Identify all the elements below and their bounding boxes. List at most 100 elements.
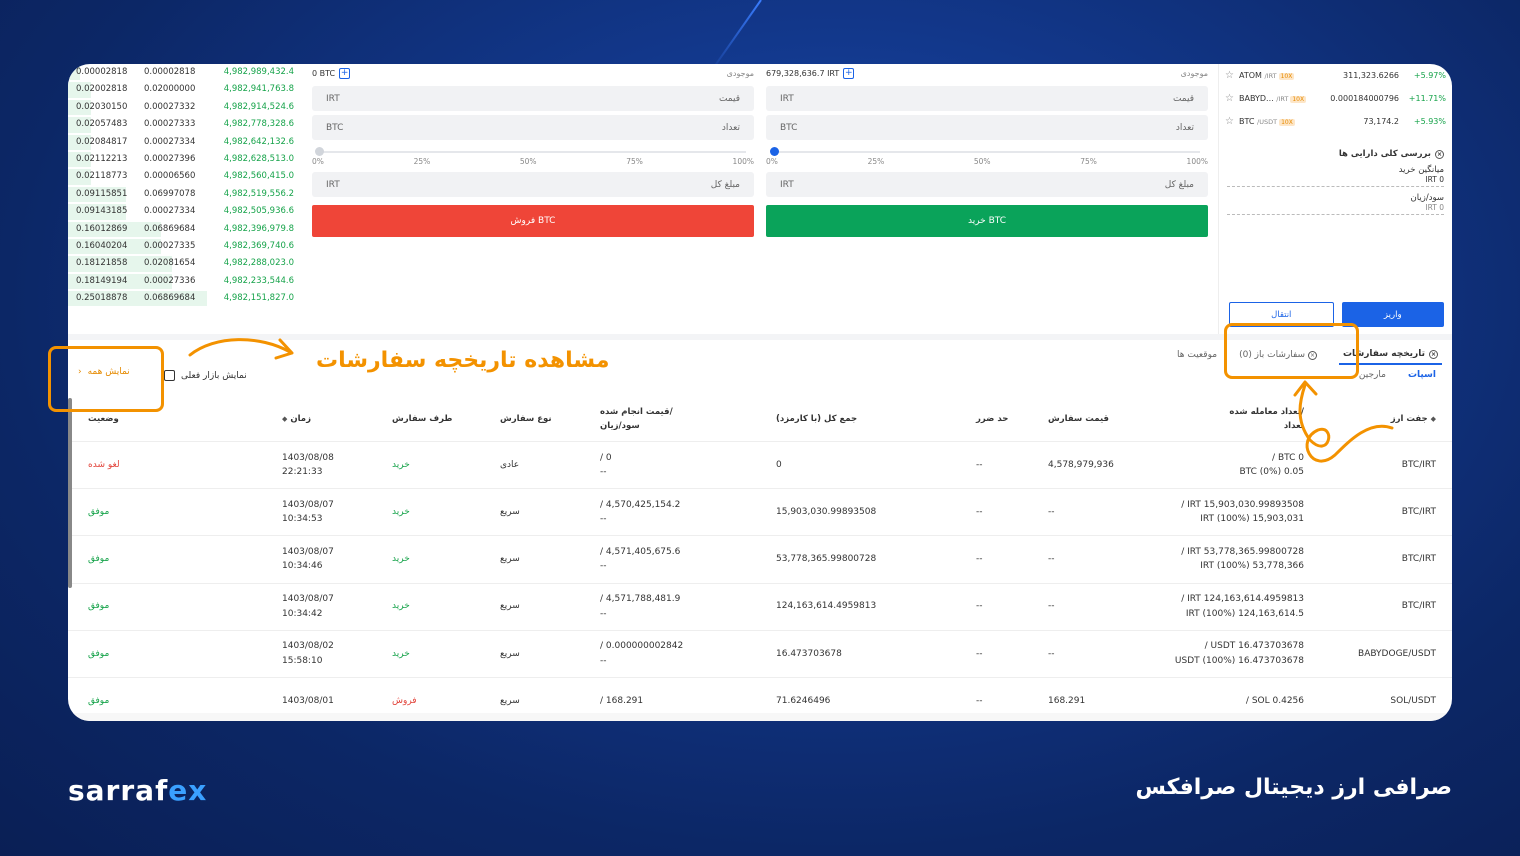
cell-stop: -- bbox=[976, 507, 983, 518]
cell-amount: 0.4256 SOL / bbox=[1142, 694, 1312, 708]
market-row[interactable]: ☆ ATOM /IRT 10X 311,323.6266 +5.97% bbox=[1219, 64, 1452, 87]
cell-type: سریع bbox=[500, 601, 520, 612]
market-row[interactable]: ☆ BTC /USDT 10X 73,174.2 +5.93% bbox=[1219, 110, 1452, 133]
table-row[interactable]: BTC/IRT 15,903,030.99893508 IRT /15,903,0… bbox=[68, 489, 1452, 537]
table-row[interactable]: BTC/IRT 124,163,614.4959813 IRT /124,163,… bbox=[68, 584, 1452, 631]
cell-time: 1403/08/01 bbox=[274, 694, 384, 708]
orderbook-amount: 0.02081654 bbox=[144, 258, 196, 269]
checkbox-icon[interactable] bbox=[164, 370, 175, 381]
orderbook-row[interactable]: 0.18149194 0.00027336 4,982,233,544.6 bbox=[68, 273, 300, 290]
orderbook-price: 4,982,989,432.4 bbox=[223, 67, 294, 77]
orderbook-row[interactable]: 0.16040204 0.00027335 4,982,369,740.6 bbox=[68, 238, 300, 255]
slider-knob[interactable] bbox=[770, 147, 779, 156]
col-time-label: زمان bbox=[290, 413, 311, 424]
cell-total: 124,163,614.4959813 bbox=[776, 601, 877, 612]
orderbook-row[interactable]: 0.02057483 0.00027333 4,982,778,328.6 bbox=[68, 116, 300, 133]
buy-button[interactable]: خرید BTC bbox=[766, 205, 1208, 237]
orderbook-row[interactable]: 0.02030150 0.00027332 4,982,914,524.6 bbox=[68, 99, 300, 116]
cell-fill: 4,571,405,675.6 / -- bbox=[592, 545, 768, 574]
sell-form: 0 BTC + موجودی IRT قیمت BTC تعداد 0% 25% 50% 7… bbox=[312, 64, 754, 237]
orderbook-price: 4,982,396,979.8 bbox=[223, 223, 294, 234]
deposit-button[interactable]: واریز bbox=[1341, 302, 1444, 327]
total-label: مبلغ کل bbox=[1164, 179, 1194, 190]
cell-amount-filled: 0 BTC / bbox=[1272, 452, 1304, 463]
orderbook-row[interactable]: 0.09143185 0.00027334 4,982,505,936.6 bbox=[68, 203, 300, 220]
sell-percent-slider[interactable]: 0% 25% 50% 75% 100% bbox=[312, 144, 754, 168]
symbol-quote: /IRT bbox=[1276, 95, 1289, 103]
slider-tick-label: 75% bbox=[1080, 157, 1097, 166]
market-row[interactable]: ☆ BABYD... /IRT 10X 0.000184000796 +11.71% bbox=[1219, 87, 1452, 110]
sell-price-input[interactable]: IRT قیمت bbox=[312, 86, 754, 111]
slider-tick-label: 0% bbox=[766, 157, 778, 166]
col-pair[interactable]: ◆ جفت ارز bbox=[1312, 413, 1452, 427]
orderbook-amount: 0.00002818 bbox=[144, 67, 196, 77]
orderbook-total: 0.02030150 bbox=[76, 101, 128, 112]
cell-fill: 168.291 / bbox=[592, 694, 768, 708]
cell-amount: 124,163,614.4959813 IRT / 124,163,614.5 I… bbox=[1142, 592, 1312, 621]
orderbook-amount: 0.06997078 bbox=[144, 188, 196, 199]
table-row[interactable]: BTC/IRT 0 BTC / 0.05 BTC (0%) 4,578,979,936… bbox=[68, 442, 1452, 490]
buy-total-input[interactable]: IRT مبلغ کل bbox=[766, 172, 1208, 197]
table-row[interactable]: BTC/IRT 53,778,365.99800728 IRT /53,778,3… bbox=[68, 536, 1452, 584]
star-icon[interactable]: ☆ bbox=[1225, 93, 1239, 104]
orderbook-row[interactable]: 0.25018878 0.06869684 4,982,151,827.0 bbox=[68, 290, 300, 307]
buy-price-input[interactable]: IRT قیمت bbox=[766, 86, 1208, 111]
show-current-market-toggle[interactable]: نمایش بازار فعلی bbox=[164, 370, 247, 381]
sort-icon: ◆ bbox=[282, 414, 288, 423]
slider-tick-label: 100% bbox=[732, 157, 754, 166]
sell-total-input[interactable]: IRT مبلغ کل bbox=[312, 172, 754, 197]
orderbook-total: 0.02057483 bbox=[76, 119, 128, 130]
qty-unit: BTC bbox=[326, 122, 344, 133]
asset-overview: × بررسی کلی دارایی ها میانگین خرید 0 IRT … bbox=[1219, 149, 1452, 215]
orderbook-row[interactable]: 0.00002818 0.00002818 4,982,989,432.4 bbox=[68, 64, 300, 81]
add-balance-icon[interactable]: + bbox=[843, 67, 855, 79]
buy-qty-input[interactable]: BTC تعداد bbox=[766, 115, 1208, 140]
tab-spot[interactable]: اسپات bbox=[1408, 370, 1436, 380]
orderbook-amount: 0.00027396 bbox=[144, 153, 196, 164]
tab-margin[interactable]: مارجین bbox=[1359, 370, 1386, 380]
orderbook-row[interactable]: 0.09115851 0.06997078 4,982,519,556.2 bbox=[68, 186, 300, 203]
orderbook-row[interactable]: 0.02118773 0.00006560 4,982,560,415.0 bbox=[68, 168, 300, 185]
col-time[interactable]: زمان ◆ bbox=[274, 413, 384, 427]
orderbook-amount: 0.00027332 bbox=[144, 101, 196, 112]
cell-amount: 16.473703678 USDT / 16.473703678 USDT (10… bbox=[1142, 639, 1312, 668]
star-icon[interactable]: ☆ bbox=[1225, 116, 1239, 127]
orderbook-amount: 0.06869684 bbox=[144, 293, 196, 304]
cell-total: 71.6246496 bbox=[776, 695, 831, 706]
market-symbol: BABYD... /IRT 10X bbox=[1239, 94, 1317, 103]
cell-price: 168.291 bbox=[1048, 695, 1086, 706]
orderbook-row[interactable]: 0.02112213 0.00027396 4,982,628,513.0 bbox=[68, 151, 300, 168]
orderbook-price: 4,982,914,524.6 bbox=[223, 101, 294, 112]
orderbook-total: 0.02084817 bbox=[76, 136, 128, 147]
market-type-tabs: اسپات مارجین bbox=[1359, 370, 1436, 380]
table-row[interactable]: BABYDOGE/USDT 16.473703678 USDT /16.47370… bbox=[68, 631, 1452, 678]
add-balance-icon[interactable]: + bbox=[339, 67, 351, 79]
cell-amount-filled: 0.4256 SOL / bbox=[1245, 695, 1304, 706]
cell-date: 1403/08/01 bbox=[282, 695, 334, 706]
orderbook-price: 4,982,369,740.6 bbox=[223, 240, 294, 251]
price-unit: IRT bbox=[326, 93, 340, 104]
slider-knob[interactable] bbox=[315, 147, 324, 156]
sell-qty-input[interactable]: BTC تعداد bbox=[312, 115, 754, 140]
orderbook-row[interactable]: 0.18121858 0.02081654 4,982,288,023.0 bbox=[68, 255, 300, 272]
orderbook-row[interactable]: 0.02084817 0.00027334 4,982,642,132.6 bbox=[68, 134, 300, 151]
orderbook-price: 4,982,941,763.8 bbox=[223, 84, 294, 95]
tab-positions[interactable]: موقعیت ها bbox=[1177, 350, 1217, 360]
buy-percent-slider[interactable]: 0% 25% 50% 75% 100% bbox=[766, 144, 1208, 168]
total-label: مبلغ کل bbox=[710, 179, 740, 190]
star-icon[interactable]: ☆ bbox=[1225, 70, 1239, 81]
show-current-label: نمایش بازار فعلی bbox=[181, 370, 247, 381]
sell-button[interactable]: فروش BTC bbox=[312, 205, 754, 237]
close-circle-icon: × bbox=[1435, 149, 1444, 159]
scrollbar[interactable] bbox=[68, 398, 72, 588]
orderbook-row[interactable]: 0.16012869 0.06869684 4,982,396,979.8 bbox=[68, 221, 300, 238]
orderbook-amount: 0.06869684 bbox=[144, 223, 196, 234]
cell-time: 1403/08/07 10:34:53 bbox=[274, 498, 384, 527]
asset-title[interactable]: × بررسی کلی دارایی ها bbox=[1227, 149, 1444, 159]
market-change: +5.93% bbox=[1413, 117, 1446, 126]
orderbook-amount: 0.00027334 bbox=[144, 206, 196, 217]
orderbook-total: 0.00002818 bbox=[76, 67, 128, 77]
slider-tick-label: 25% bbox=[413, 157, 431, 166]
orderbook-row[interactable]: 0.02002818 0.02000000 4,982,941,763.8 bbox=[68, 81, 300, 98]
symbol-quote: /IRT bbox=[1264, 72, 1277, 80]
